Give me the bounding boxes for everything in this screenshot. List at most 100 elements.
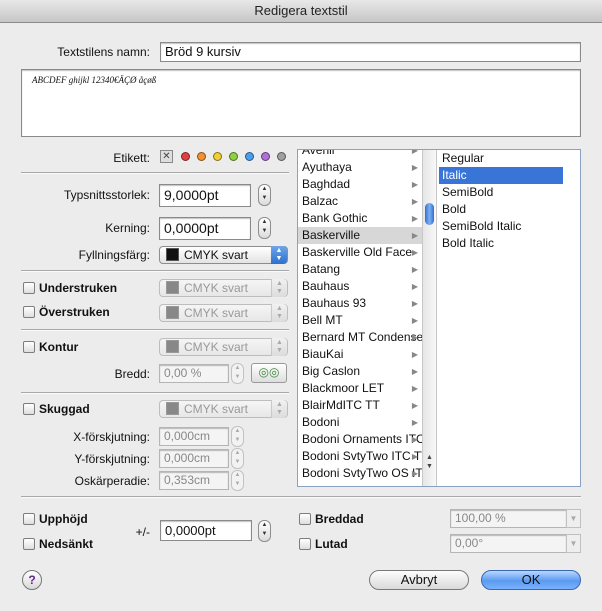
no-label-button[interactable]: ✕ [160,150,173,163]
font-family-item[interactable]: Batang ▶ [298,261,422,278]
widened-checkbox[interactable] [299,513,311,525]
font-family-name: Bodoni SvtyTwo OS ITC TT [302,466,422,480]
widened-label: Breddad [315,512,364,526]
chevron-right-icon: ▶ [411,401,418,410]
widened-combo[interactable]: 100,00 % [450,509,567,528]
kerning-input[interactable]: 0,0000pt [159,217,251,240]
font-style-item[interactable]: Bold [439,201,563,218]
chevron-right-icon: ▶ [411,265,418,274]
shadow-blur-stepper[interactable]: ▲ ▼ [231,470,244,491]
fill-swatch [166,248,179,261]
font-style-item[interactable]: Bold Italic [439,235,563,252]
shadow-checkbox[interactable] [23,403,35,415]
outline-width-stepper[interactable]: ▲ ▼ [231,363,244,384]
font-family-item[interactable]: Bernard MT Condensed ▶ [298,329,422,346]
font-family-item[interactable]: Big Caslon ▶ [298,363,422,380]
subscript-checkbox[interactable] [23,538,35,550]
chevron-right-icon: ▶ [411,180,418,189]
label-color-dot[interactable] [245,152,254,161]
font-family-item[interactable]: Bodoni ▶ [298,414,422,431]
ok-button[interactable]: OK [481,570,581,590]
outline-checkbox[interactable] [23,341,35,353]
scroll-arrows-icon[interactable]: ▲ ▼ [425,453,434,471]
label-color-dot[interactable] [197,152,206,161]
underline-checkbox[interactable] [23,282,35,294]
slanted-combo[interactable]: 0,00° [450,534,567,553]
font-style-item[interactable]: SemiBold [439,184,563,201]
font-family-item[interactable]: Bank Gothic ▶ [298,210,422,227]
font-style-item[interactable]: Italic [439,167,563,184]
baseline-input[interactable]: 0,0000pt [160,520,252,541]
font-family-item[interactable]: Bodoni Ornaments ITC ▶ [298,431,422,448]
font-family-item[interactable]: Baskerville Old Face ▶ [298,244,422,261]
shadow-blur-input[interactable]: 0,353cm [159,471,229,490]
outline-color-popup[interactable]: CMYK svart ▲ ▼ [159,338,288,356]
font-family-name: Baskerville Old Face [302,245,413,259]
chevron-right-icon: ▶ [411,384,418,393]
label-color-dot[interactable] [261,152,270,161]
fill-color-popup[interactable]: CMYK svart ▲ ▼ [159,246,288,264]
kerning-stepper[interactable]: ▲ ▼ [258,217,271,239]
font-family-item[interactable]: Avenir ▶ [298,150,422,159]
slanted-dropdown-icon[interactable]: ▼ [566,534,581,553]
help-button[interactable]: ? [22,570,42,590]
fill-color-label: Fyllningsfärg: [78,248,150,262]
shadow-color-popup[interactable]: CMYK svart ▲ ▼ [159,400,288,418]
font-family-name: Balzac [302,194,339,208]
popup-arrows-icon: ▲ ▼ [271,400,287,418]
shadow-x-input[interactable]: 0,000cm [159,427,229,446]
font-family-item[interactable]: Blackmoor LET ▶ [298,380,422,397]
font-family-item[interactable]: Baskerville ▶ [298,227,422,244]
font-size-stepper[interactable]: ▲ ▼ [258,184,271,206]
slanted-checkbox[interactable] [299,538,311,550]
font-family-name: Baskerville [302,228,361,242]
shadow-y-label: Y-förskjutning: [74,452,150,466]
font-family-item[interactable]: BlairMdITC TT ▶ [298,397,422,414]
font-family-item[interactable]: Bauhaus 93 ▶ [298,295,422,312]
underline-color-popup[interactable]: CMYK svart ▲ ▼ [159,279,288,297]
font-family-name: Big Caslon [302,364,361,378]
cancel-button[interactable]: Avbryt [369,570,469,590]
chevron-right-icon: ▶ [411,469,418,478]
shadow-x-label: X-förskjutning: [73,430,150,444]
font-family-item[interactable]: Balzac ▶ [298,193,422,210]
font-family-item[interactable]: Bauhaus ▶ [298,278,422,295]
label-color-dot[interactable] [229,152,238,161]
shadow-y-stepper[interactable]: ▲ ▼ [231,448,244,469]
label-color-dot[interactable] [277,152,286,161]
font-size-input[interactable]: 9,0000pt [159,184,251,207]
font-family-item[interactable]: Bell MT ▶ [298,312,422,329]
superscript-checkbox[interactable] [23,513,35,525]
font-family-list[interactable]: Avenir ▶ Ayuthaya ▶ Baghdad ▶ Balzac ▶ Bank Goth… [298,150,422,486]
font-family-item[interactable]: BiauKai ▶ [298,346,422,363]
font-style-item[interactable]: SemiBold Italic [439,218,563,235]
font-family-name: Bodoni Ornaments ITC [302,432,422,446]
etikett-label: Etikett: [113,151,150,165]
popup-arrows-icon: ▲ ▼ [271,304,287,322]
strikethrough-color-popup[interactable]: CMYK svart ▲ ▼ [159,304,288,322]
shadow-y-input[interactable]: 0,000cm [159,449,229,468]
scrollbar-thumb[interactable] [425,203,434,225]
strikethrough-checkbox[interactable] [23,306,35,318]
font-family-item[interactable]: Bodoni SvtyTwo ITC TT ▶ [298,448,422,465]
outline-join-icon[interactable]: ◎◎ [251,363,287,383]
font-family-name: Bodoni [302,415,340,429]
style-name-input[interactable]: Bröd 9 kursiv [160,42,581,62]
widened-dropdown-icon[interactable]: ▼ [566,509,581,528]
outline-width-input[interactable]: 0,00 % [159,364,229,383]
strikethrough-swatch [166,306,179,319]
label-color-dot[interactable] [213,152,222,161]
shadow-label: Skuggad [39,402,90,416]
font-family-name: Avenir [302,150,336,157]
label-color-dot[interactable] [181,152,190,161]
popup-arrows-icon: ▲ ▼ [271,246,287,264]
font-family-item[interactable]: Ayuthaya ▶ [298,159,422,176]
popup-arrows-icon: ▲ ▼ [271,338,287,356]
shadow-x-stepper[interactable]: ▲ ▼ [231,426,244,447]
font-style-item[interactable]: Regular [439,150,563,167]
font-list-scrollbar[interactable]: ▲ ▼ [422,150,437,486]
font-style-list[interactable]: Regular Italic SemiBold Bold SemiBold Italic… [439,150,580,486]
font-family-item[interactable]: Bodoni SvtyTwo OS ITC TT▶ [298,465,422,482]
baseline-stepper[interactable]: ▲ ▼ [258,520,271,542]
font-family-item[interactable]: Baghdad ▶ [298,176,422,193]
